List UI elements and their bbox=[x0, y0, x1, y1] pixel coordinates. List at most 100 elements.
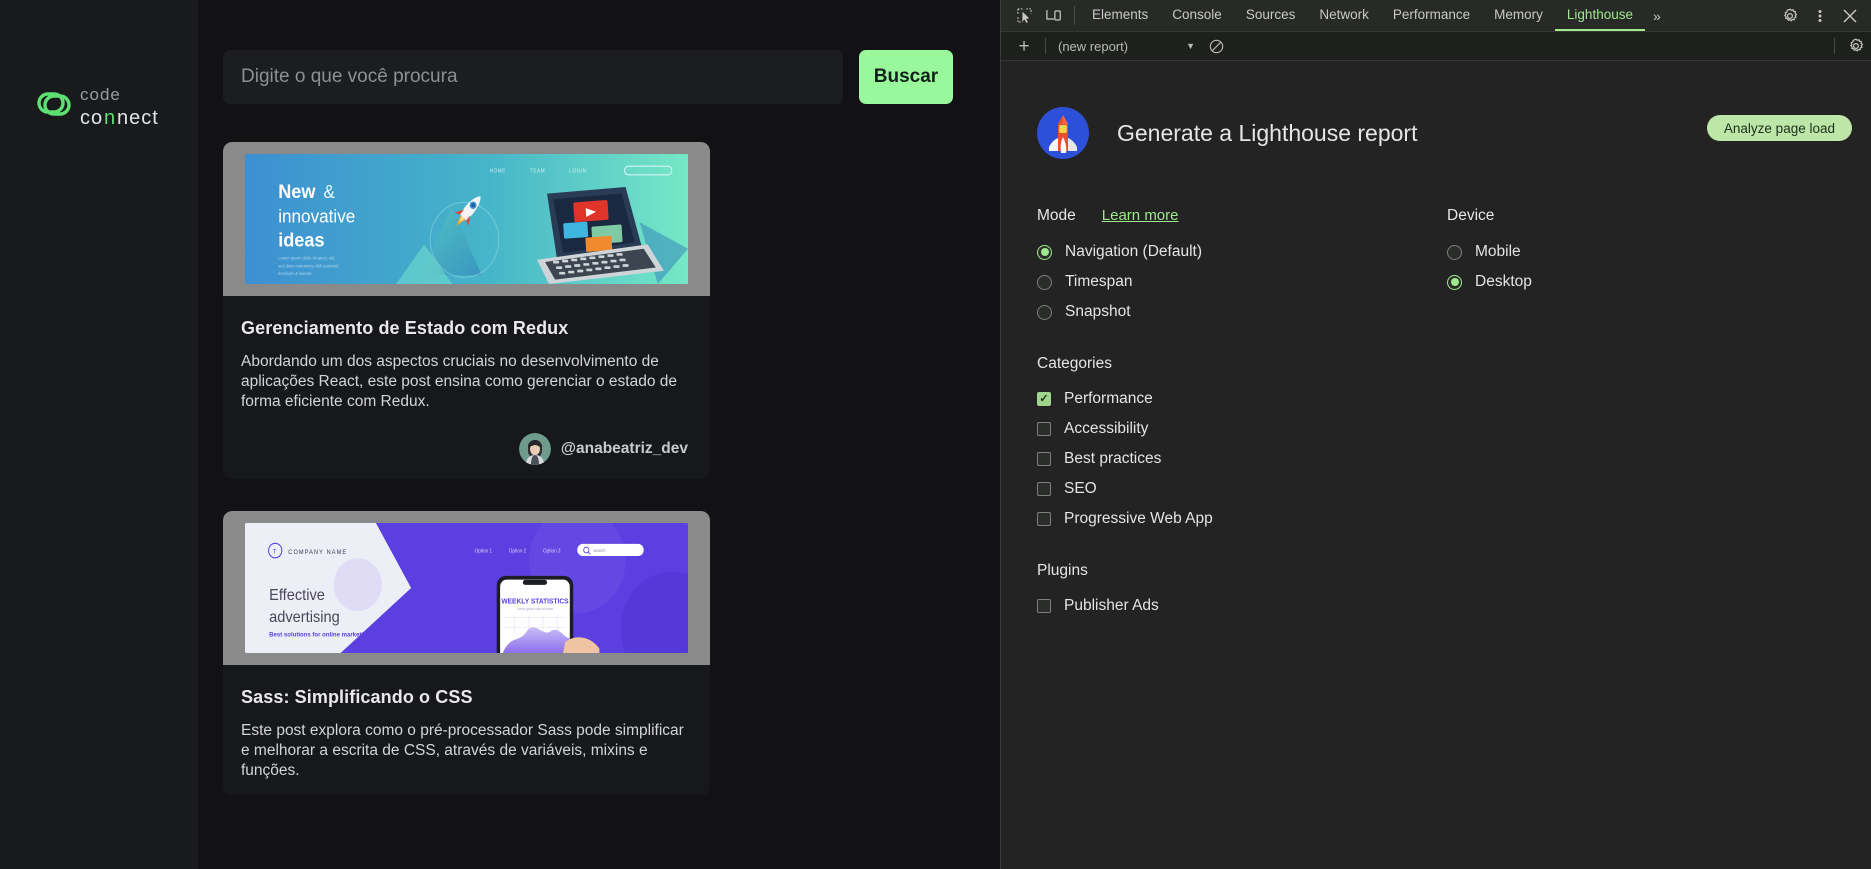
tab-network[interactable]: Network bbox=[1307, 0, 1381, 31]
svg-text:Option 3: Option 3 bbox=[543, 549, 561, 555]
more-tabs-icon[interactable]: » bbox=[1645, 0, 1669, 31]
device-option-desktop[interactable]: Desktop bbox=[1447, 267, 1532, 297]
tab-sources[interactable]: Sources bbox=[1234, 0, 1308, 31]
lighthouse-settings-form: Mode Learn more Navigation (Default) Tim… bbox=[1037, 207, 1871, 621]
settings-gear-icon[interactable] bbox=[1775, 8, 1805, 24]
mode-header: Mode Learn more bbox=[1037, 207, 1447, 225]
webapp-viewport: code co n nect Buscar bbox=[0, 0, 1000, 869]
post-title: Sass: Simplificando o CSS bbox=[241, 687, 692, 708]
brand-sidebar: code co n nect bbox=[0, 0, 198, 869]
plugins-title: Plugins bbox=[1037, 562, 1447, 580]
device-section: Device Mobile Desktop bbox=[1447, 207, 1532, 621]
device-header: Device bbox=[1447, 207, 1532, 225]
tab-lighthouse[interactable]: Lighthouse bbox=[1555, 0, 1645, 31]
search-button[interactable]: Buscar bbox=[859, 50, 953, 104]
subbar-divider bbox=[1834, 38, 1835, 54]
svg-text:ideas: ideas bbox=[278, 230, 324, 252]
checkbox-icon[interactable] bbox=[1037, 482, 1051, 496]
checkbox-icon[interactable] bbox=[1037, 452, 1051, 466]
learn-more-link[interactable]: Learn more bbox=[1102, 207, 1179, 224]
svg-text:HOME: HOME bbox=[490, 169, 506, 175]
mode-option-snapshot[interactable]: Snapshot bbox=[1037, 297, 1447, 327]
close-devtools-icon[interactable] bbox=[1835, 9, 1865, 23]
svg-text:Option 1: Option 1 bbox=[475, 549, 493, 555]
new-report-button[interactable]: + bbox=[1011, 37, 1037, 56]
report-select-value: (new report) bbox=[1058, 39, 1128, 54]
mode-title: Mode bbox=[1037, 207, 1076, 225]
svg-text:Best solutions for online mark: Best solutions for online marketing bbox=[269, 632, 370, 639]
category-label: Accessibility bbox=[1064, 420, 1148, 438]
svg-text:n: n bbox=[104, 107, 116, 129]
panel-settings-gear-icon[interactable] bbox=[1841, 38, 1871, 54]
svg-text:WEEKLY STATISTICS: WEEKLY STATISTICS bbox=[501, 599, 569, 606]
search-bar: Buscar bbox=[223, 50, 953, 104]
analyze-page-load-button[interactable]: Analyze page load bbox=[1707, 115, 1852, 141]
lighthouse-start-view: Generate a Lighthouse report Analyze pag… bbox=[1001, 61, 1871, 869]
radio-icon[interactable] bbox=[1037, 245, 1052, 260]
radio-icon[interactable] bbox=[1037, 305, 1052, 320]
lighthouse-subbar: + (new report) ▼ bbox=[1001, 32, 1871, 61]
svg-text:LOGIN: LOGIN bbox=[569, 169, 586, 175]
checkbox-icon[interactable] bbox=[1037, 599, 1051, 613]
mode-option-navigation[interactable]: Navigation (Default) bbox=[1037, 237, 1447, 267]
inspect-element-icon[interactable] bbox=[1009, 0, 1039, 31]
device-toolbar-icon[interactable] bbox=[1039, 0, 1069, 31]
category-seo[interactable]: SEO bbox=[1037, 474, 1447, 504]
svg-text:T: T bbox=[273, 549, 277, 556]
tab-console[interactable]: Console bbox=[1160, 0, 1234, 31]
search-input[interactable] bbox=[223, 50, 843, 104]
post-card[interactable]: T COMPANY NAME Option 1Option 2Option 3 … bbox=[223, 511, 710, 794]
device-option-label: Desktop bbox=[1475, 273, 1532, 291]
post-body: Sass: Simplificando o CSS Este post expl… bbox=[223, 665, 710, 794]
clear-reports-icon[interactable] bbox=[1201, 39, 1231, 54]
category-best-practices[interactable]: Best practices bbox=[1037, 444, 1447, 474]
mode-option-label: Navigation (Default) bbox=[1065, 243, 1202, 261]
device-title: Device bbox=[1447, 207, 1494, 225]
svg-text:search: search bbox=[593, 548, 606, 553]
devtools-toolbar-actions bbox=[1764, 0, 1871, 31]
post-banner-frame: T COMPANY NAME Option 1Option 2Option 3 … bbox=[223, 511, 710, 665]
plugin-publisher-ads[interactable]: Publisher Ads bbox=[1037, 591, 1447, 621]
more-options-icon[interactable] bbox=[1805, 8, 1835, 24]
radio-icon[interactable] bbox=[1447, 245, 1462, 260]
devtools-panel: Elements Console Sources Network Perform… bbox=[1000, 0, 1871, 869]
svg-text:innovative: innovative bbox=[278, 206, 355, 227]
avatar bbox=[519, 433, 551, 465]
lighthouse-logo-icon bbox=[1037, 107, 1089, 159]
category-pwa[interactable]: Progressive Web App bbox=[1037, 504, 1447, 534]
tab-performance[interactable]: Performance bbox=[1381, 0, 1482, 31]
lighthouse-heading: Generate a Lighthouse report bbox=[1117, 120, 1417, 147]
checkbox-icon[interactable] bbox=[1037, 512, 1051, 526]
device-option-mobile[interactable]: Mobile bbox=[1447, 237, 1532, 267]
svg-text:sed diam nonummy nibh euismod: sed diam nonummy nibh euismod bbox=[278, 263, 339, 268]
category-label: SEO bbox=[1064, 480, 1097, 498]
post-description: Abordando um dos aspectos cruciais no de… bbox=[241, 352, 692, 411]
device-option-label: Mobile bbox=[1475, 243, 1521, 261]
category-accessibility[interactable]: Accessibility bbox=[1037, 414, 1447, 444]
post-banner-frame: New & innovative ideas Lorem ipsum dolor… bbox=[223, 142, 710, 296]
categories-section: Categories Performance Accessibility Bes… bbox=[1037, 355, 1447, 534]
category-performance[interactable]: Performance bbox=[1037, 384, 1447, 414]
radio-icon[interactable] bbox=[1447, 275, 1462, 290]
radio-icon[interactable] bbox=[1037, 275, 1052, 290]
post-banner-image-2: T COMPANY NAME Option 1Option 2Option 3 … bbox=[245, 523, 688, 653]
app-root: code co n nect Buscar bbox=[0, 0, 1871, 869]
checkbox-icon[interactable] bbox=[1037, 422, 1051, 436]
post-body: Gerenciamento de Estado com Redux Aborda… bbox=[223, 296, 710, 479]
post-card[interactable]: New & innovative ideas Lorem ipsum dolor… bbox=[223, 142, 710, 479]
subbar-divider bbox=[1045, 38, 1046, 54]
svg-text:&: & bbox=[324, 181, 335, 202]
svg-text:Lorem ipsum dolor sit amet: Lorem ipsum dolor sit amet bbox=[517, 607, 553, 611]
post-banner-image-1: New & innovative ideas Lorem ipsum dolor… bbox=[245, 154, 688, 284]
tab-elements[interactable]: Elements bbox=[1080, 0, 1160, 31]
code-connect-logo[interactable]: code co n nect bbox=[34, 78, 164, 134]
svg-text:tincidunt ut laoreet.: tincidunt ut laoreet. bbox=[278, 271, 312, 276]
post-author[interactable]: @anabeatriz_dev bbox=[241, 433, 692, 465]
report-select[interactable]: (new report) ▼ bbox=[1054, 39, 1199, 54]
post-title: Gerenciamento de Estado com Redux bbox=[241, 318, 692, 339]
category-label: Performance bbox=[1064, 390, 1153, 408]
checkbox-icon[interactable] bbox=[1037, 392, 1051, 406]
tab-memory[interactable]: Memory bbox=[1482, 0, 1555, 31]
mode-section: Mode Learn more Navigation (Default) Tim… bbox=[1037, 207, 1447, 621]
mode-option-timespan[interactable]: Timespan bbox=[1037, 267, 1447, 297]
